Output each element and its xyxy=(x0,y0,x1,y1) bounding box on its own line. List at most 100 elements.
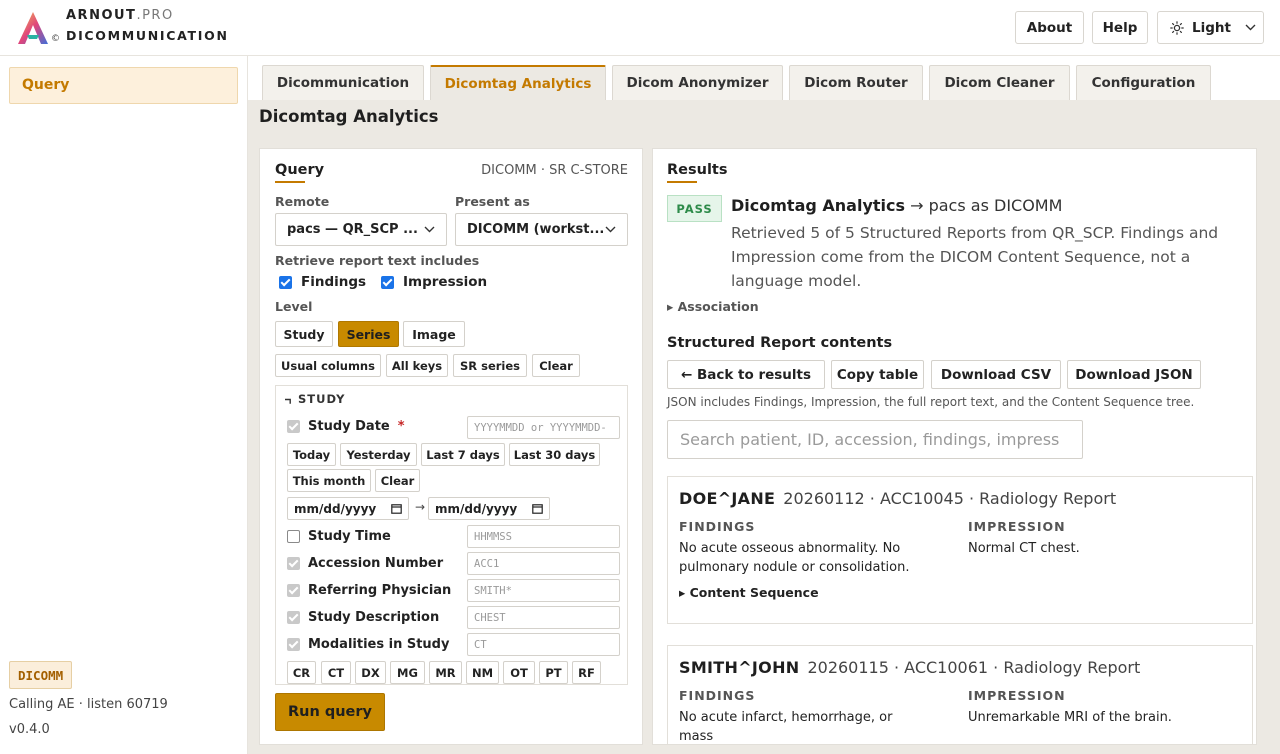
all-keys-button[interactable]: All keys xyxy=(386,354,448,377)
study-section-label: STUDY xyxy=(298,392,346,406)
modality-mg-button[interactable]: MG xyxy=(390,661,425,684)
findings-checkbox[interactable]: Findings xyxy=(279,274,366,290)
remote-select-value: pacs — QR_SCP ... xyxy=(287,222,418,237)
study-date-row[interactable]: Study Date * xyxy=(287,419,405,434)
findings-checkbox-label: Findings xyxy=(301,274,367,290)
present-as-select[interactable]: DICOMM (workst... xyxy=(455,213,628,246)
content-sequence-toggle[interactable]: ▸ Content Sequence xyxy=(679,585,819,600)
association-toggle[interactable]: ▸ Association xyxy=(667,299,759,314)
status-badge: PASS xyxy=(667,195,722,222)
results-search-input[interactable]: Search patient, ID, accession, findings,… xyxy=(667,420,1083,459)
date-yesterday-button[interactable]: Yesterday xyxy=(340,443,417,466)
download-json-button[interactable]: Download JSON xyxy=(1067,360,1201,389)
date-clear-button[interactable]: Clear xyxy=(375,469,420,492)
impression-checkbox[interactable]: Impression xyxy=(381,274,487,290)
remote-label: Remote xyxy=(275,194,330,209)
study-section-toggle[interactable]: STUDY xyxy=(284,392,346,406)
chevron-down-icon xyxy=(605,226,616,233)
modality-dx-button[interactable]: DX xyxy=(355,661,386,684)
level-series-button[interactable]: Series xyxy=(338,321,399,347)
logo-icon xyxy=(18,12,48,44)
date-from-input[interactable]: mm/dd/yyyy xyxy=(287,497,409,520)
tab-dicom-router[interactable]: Dicom Router xyxy=(789,65,923,100)
report-text-label: Retrieve report text includes xyxy=(275,253,480,268)
tab-dicom-cleaner[interactable]: Dicom Cleaner xyxy=(929,65,1070,100)
brand-suffix: .PRO xyxy=(136,8,174,23)
referring-physician-label: Referring Physician xyxy=(308,583,452,598)
study-description-row[interactable]: Study Description xyxy=(287,610,439,625)
date-to-input[interactable]: mm/dd/yyyy xyxy=(428,497,550,520)
modalities-input[interactable]: CT xyxy=(467,633,620,656)
header: ARNOUT.PRO DICOMMUNICATION © About Help … xyxy=(0,0,1280,56)
sr-contents-heading: Structured Report contents xyxy=(667,335,893,351)
date-today-button[interactable]: Today xyxy=(287,443,336,466)
brand-top: ARNOUT xyxy=(66,8,137,23)
download-csv-button[interactable]: Download CSV xyxy=(931,360,1061,389)
remote-select[interactable]: pacs — QR_SCP ... xyxy=(275,213,447,246)
study-time-row[interactable]: Study Time xyxy=(287,529,391,544)
theme-toggle-button[interactable]: Light xyxy=(1157,11,1264,44)
date-from-value: mm/dd/yyyy xyxy=(294,501,377,516)
level-label: Level xyxy=(275,299,313,314)
level-study-button[interactable]: Study xyxy=(275,321,333,347)
modalities-row[interactable]: Modalities in Study xyxy=(287,637,449,652)
accession-number-input[interactable]: ACC1 xyxy=(467,552,620,575)
clear-preset-button[interactable]: Clear xyxy=(532,354,580,377)
sidebar-item-query[interactable]: Query xyxy=(9,67,238,104)
findings-heading: FINDINGS xyxy=(679,519,756,534)
impression-text: Normal CT chest. xyxy=(968,541,1080,556)
brand: ARNOUT.PRO DICOMMUNICATION xyxy=(66,8,229,43)
report-info: 20260115 · ACC10061 · Radiology Report xyxy=(807,658,1141,677)
study-time-input[interactable]: HHMMSS xyxy=(467,525,620,548)
modality-mr-button[interactable]: MR xyxy=(429,661,462,684)
date-this-month-button[interactable]: This month xyxy=(287,469,371,492)
results-panel: Results PASS Dicomtag Analytics → pacs a… xyxy=(652,148,1257,745)
tab-dicom-anonymizer[interactable]: Dicom Anonymizer xyxy=(612,65,783,100)
referring-physician-row[interactable]: Referring Physician xyxy=(287,583,451,598)
tab-configuration[interactable]: Configuration xyxy=(1076,65,1211,100)
impression-heading: IMPRESSION xyxy=(968,688,1066,703)
checkbox-disabled-icon xyxy=(287,611,300,624)
modality-cr-button[interactable]: CR xyxy=(287,661,316,684)
help-button[interactable]: Help xyxy=(1092,11,1148,44)
copyright-mark: © xyxy=(51,34,60,44)
accession-number-row[interactable]: Accession Number xyxy=(287,556,443,571)
results-headline: Dicomtag Analytics → pacs as DICOMM xyxy=(731,196,1062,215)
query-panel-title: Query xyxy=(275,162,325,183)
date-last-7-button[interactable]: Last 7 days xyxy=(421,443,505,466)
query-meta: DICOMM · SR C-STORE xyxy=(481,163,628,178)
query-panel: Query DICOMM · SR C-STORE Remote pacs — … xyxy=(259,148,643,745)
chevron-down-icon xyxy=(424,226,435,233)
checkbox-disabled-icon xyxy=(287,584,300,597)
about-button[interactable]: About xyxy=(1015,11,1084,44)
modality-pt-button[interactable]: PT xyxy=(539,661,568,684)
modality-rf-button[interactable]: RF xyxy=(572,661,601,684)
chevron-collapse-icon xyxy=(284,398,291,404)
sr-series-button[interactable]: SR series xyxy=(453,354,527,377)
modality-nm-button[interactable]: NM xyxy=(466,661,499,684)
brand-bottom: DICOMMUNICATION xyxy=(66,28,229,43)
checkbox-disabled-icon xyxy=(287,420,300,433)
back-to-results-button[interactable]: ← Back to results xyxy=(667,360,825,389)
findings-text: No acute osseous abnormality. No pulmona… xyxy=(679,541,910,575)
date-range-arrow: → xyxy=(415,500,426,514)
copy-table-button[interactable]: Copy table xyxy=(831,360,924,389)
study-description-input[interactable]: CHEST xyxy=(467,606,620,629)
study-time-label: Study Time xyxy=(308,529,391,544)
level-image-button[interactable]: Image xyxy=(403,321,465,347)
run-query-button[interactable]: Run query xyxy=(275,693,385,731)
findings-heading: FINDINGS xyxy=(679,688,756,703)
impression-heading: IMPRESSION xyxy=(968,519,1066,534)
date-last-30-button[interactable]: Last 30 days xyxy=(509,443,600,466)
study-date-input[interactable]: YYYYMMDD or YYYYMMDD- xyxy=(467,416,620,439)
calling-ae-status: Calling AE · listen 60719 xyxy=(9,697,168,712)
usual-columns-button[interactable]: Usual columns xyxy=(275,354,381,377)
tab-dicommunication[interactable]: Dicommunication xyxy=(262,65,424,100)
modality-ot-button[interactable]: OT xyxy=(503,661,535,684)
referring-physician-input[interactable]: SMITH* xyxy=(467,579,620,602)
study-description-label: Study Description xyxy=(308,610,440,625)
modality-ct-button[interactable]: CT xyxy=(321,661,351,684)
tab-dicomtag-analytics[interactable]: Dicomtag Analytics xyxy=(430,65,606,100)
required-marker: * xyxy=(397,419,405,434)
patient-name: SMITH^JOHN xyxy=(679,658,800,677)
